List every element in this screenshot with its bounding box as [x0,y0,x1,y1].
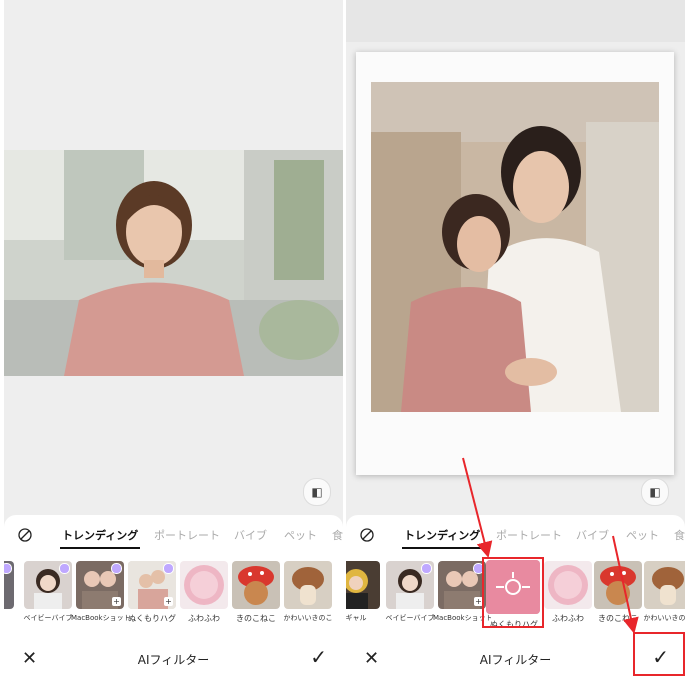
annotation-arrows [462,457,639,634]
